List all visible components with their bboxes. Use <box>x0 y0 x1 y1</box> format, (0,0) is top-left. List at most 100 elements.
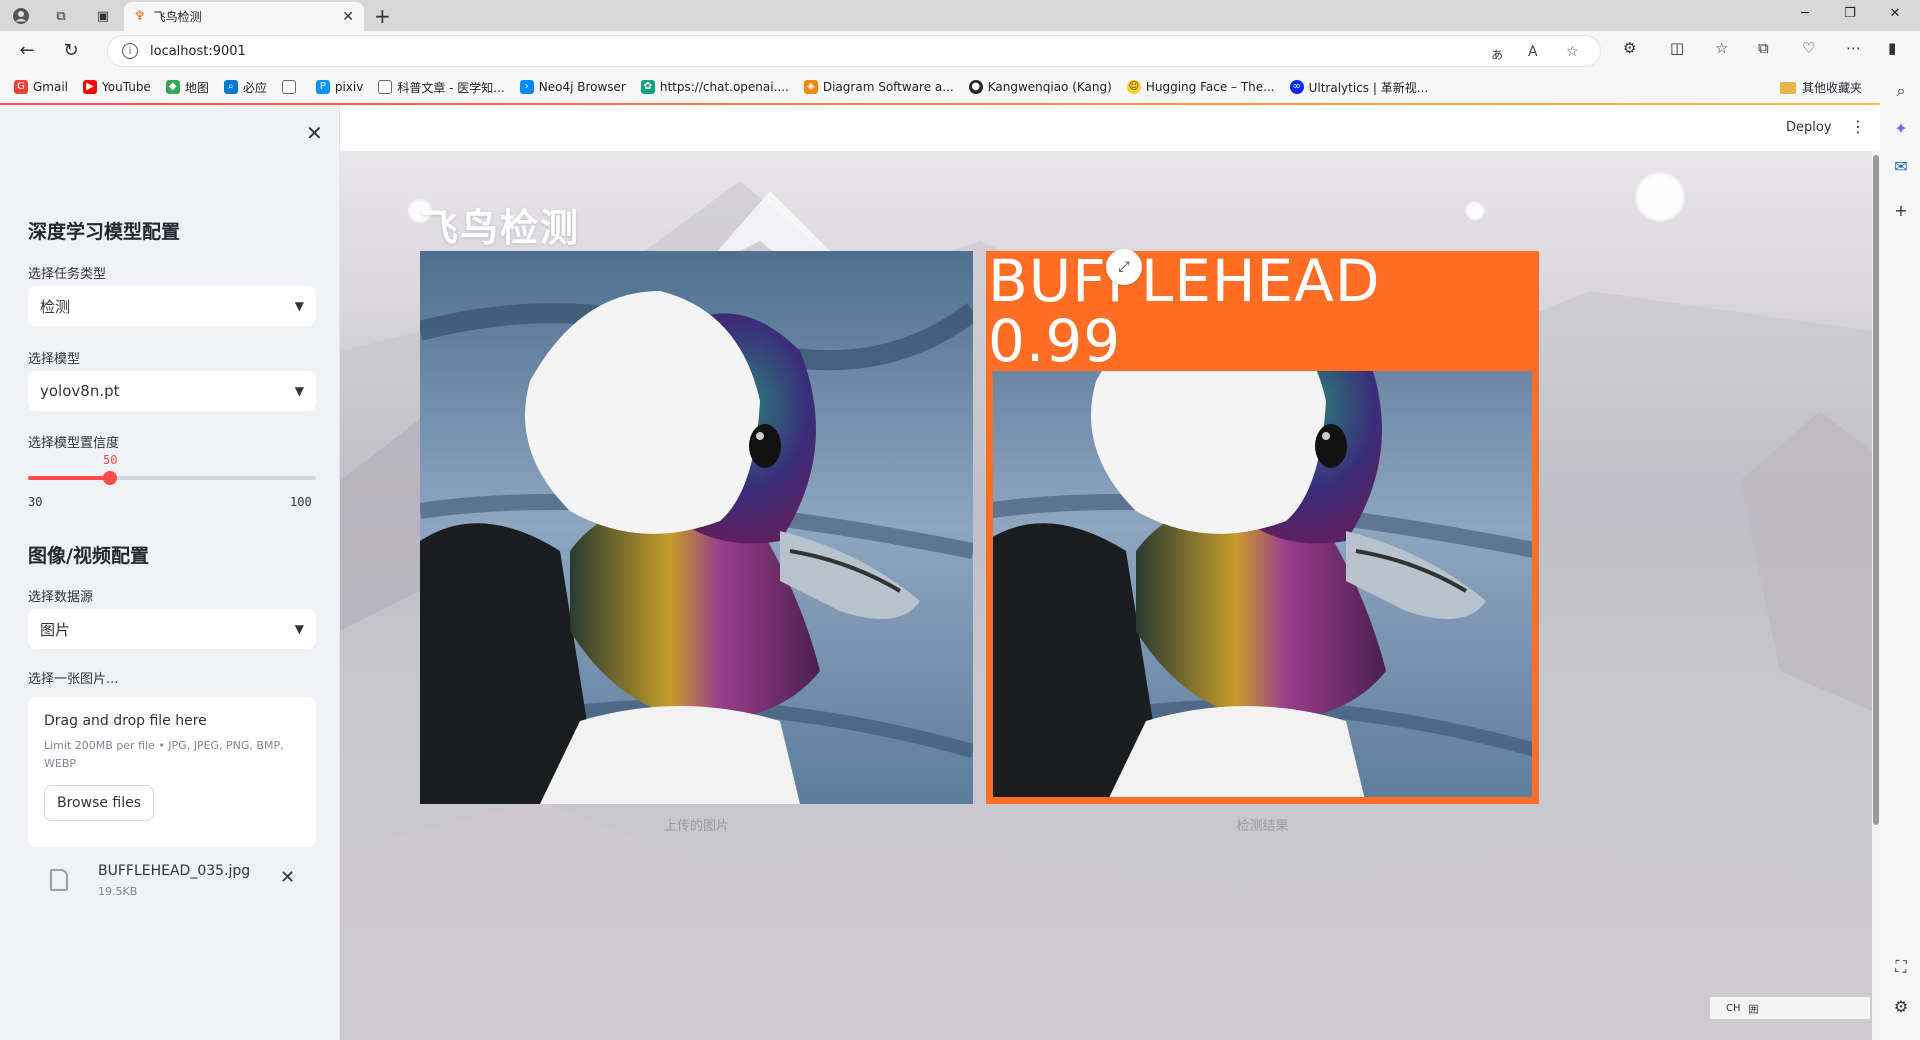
confidence-value: 50 <box>103 453 118 467</box>
source-label: 选择数据源 <box>28 590 94 605</box>
bookmark-neo4j[interactable]: › Neo4j Browser <box>519 80 626 94</box>
ime-grid-icon[interactable]: 囲 <box>1749 1001 1759 1016</box>
task-type-value: 检测 <box>40 297 71 316</box>
maps-icon: ◆ <box>165 80 180 94</box>
restore-icon[interactable]: ❐ <box>1835 6 1865 21</box>
extensions-icon[interactable]: ⚙ <box>1623 39 1636 57</box>
confidence-max: 100 <box>290 495 312 509</box>
bookmark-ultralytics[interactable]: ∞ Ultralytics | 革新视... <box>1289 79 1428 96</box>
bookmark-youtube[interactable]: ▶ YouTube <box>83 80 151 94</box>
screenshot-icon[interactable]: ⛶ <box>1892 957 1910 977</box>
task-type-label: 选择任务类型 <box>28 267 107 282</box>
bookmark-blank-page[interactable] <box>281 80 301 94</box>
vertical-tabs-icon[interactable]: ▣ <box>92 5 114 27</box>
workspaces-icon[interactable]: ⧉ <box>50 5 72 27</box>
main-scrollbar-thumb[interactable] <box>1873 155 1879 825</box>
minimize-icon[interactable]: ─ <box>1790 6 1820 21</box>
uploaded-file-name: BUFFLEHEAD_035.jpg <box>98 863 251 879</box>
media-config-heading: 图像/视频配置 <box>28 545 149 567</box>
add-sidebar-app-icon[interactable]: + <box>1892 201 1910 220</box>
confidence-label: 选择模型置信度 <box>28 436 120 451</box>
drawio-icon: ◈ <box>803 80 818 94</box>
ime-language[interactable]: CH <box>1726 1003 1741 1014</box>
url-input[interactable]: i localhost:9001 ぁ A ☆ <box>107 35 1601 67</box>
sidebar-toggle-icon[interactable]: ▮ <box>1888 39 1896 57</box>
bookmark-gmail[interactable]: G Gmail <box>14 80 68 94</box>
split-screen-icon[interactable]: ◫ <box>1670 39 1684 57</box>
settings-gear-icon[interactable]: ⚙ <box>1892 997 1910 1016</box>
copilot-icon[interactable]: ✦ <box>1892 119 1910 138</box>
github-icon: ● <box>968 80 983 94</box>
app-main: Deploy ⋮ 飞鸟检测 上传的图片 BUFFLEHEAD 0.99 检测结果… <box>340 105 1880 1040</box>
close-sidebar-icon[interactable]: ✕ <box>306 121 323 145</box>
bookmark-bing[interactable]: ⌕ 必应 <box>223 79 267 96</box>
profile-icon[interactable] <box>10 5 32 27</box>
close-window-icon[interactable]: ✕ <box>1880 6 1910 21</box>
read-aloud-icon[interactable]: A <box>1528 44 1538 60</box>
confidence-slider[interactable] <box>28 471 316 485</box>
outlook-icon[interactable]: ✉ <box>1892 157 1910 176</box>
refresh-icon[interactable]: ↻ <box>58 40 84 61</box>
file-icon <box>50 869 68 891</box>
main-menu-icon[interactable]: ⋮ <box>1850 117 1866 136</box>
file-dropzone[interactable]: Drag and drop file here Limit 200MB per … <box>28 697 316 847</box>
huggingface-icon: ☺ <box>1126 80 1141 94</box>
detection-result-caption: 检测结果 <box>1236 819 1289 834</box>
model-value: yolov8n.pt <box>40 382 120 400</box>
bookmark-maps[interactable]: ◆ 地图 <box>165 79 209 96</box>
fullscreen-expand-icon[interactable]: ⤢ <box>1106 249 1142 285</box>
uploaded-file-row: BUFFLEHEAD_035.jpg 19.5KB ✕ <box>28 857 316 913</box>
favorite-star-icon[interactable]: ☆ <box>1566 44 1579 60</box>
uploaded-file-size: 19.5KB <box>98 885 138 898</box>
back-icon[interactable]: ← <box>14 40 40 61</box>
bookmark-github[interactable]: ● Kangwenqiao (Kang) <box>968 80 1112 94</box>
search-icon[interactable]: ⌕ <box>1892 81 1910 101</box>
gmail-icon: G <box>14 80 28 94</box>
bookmark-huggingface[interactable]: ☺ Hugging Face – The... <box>1126 80 1275 94</box>
browse-files-button[interactable]: Browse files <box>44 785 155 821</box>
more-menu-icon[interactable]: ⋯ <box>1846 39 1861 57</box>
page-title: 飞鸟检测 <box>420 205 581 250</box>
task-type-select[interactable]: 检测 ▼ <box>28 286 316 326</box>
remove-file-icon[interactable]: ✕ <box>280 867 295 888</box>
folder-icon <box>1779 81 1796 94</box>
edge-sidebar: ⌕ ✦ ✉ + ⛶ ⚙ <box>1880 71 1920 1040</box>
bookmark-chatgpt[interactable]: ✿ https://chat.openai.... <box>640 80 789 94</box>
model-select[interactable]: yolov8n.pt ▼ <box>28 371 316 411</box>
deploy-button[interactable]: Deploy <box>1786 120 1832 135</box>
browser-essentials-icon[interactable]: ♡ <box>1802 39 1815 57</box>
url-text: localhost:9001 <box>150 43 246 59</box>
bing-search-icon: ⌕ <box>223 80 238 94</box>
new-tab-icon[interactable]: + <box>374 4 391 28</box>
info-icon[interactable]: i <box>122 43 138 59</box>
neo4j-icon: › <box>519 80 534 94</box>
translate-icon[interactable]: ぁ <box>1490 44 1504 64</box>
browser-tab-active[interactable]: ♆ 飞鸟检测 ✕ <box>124 2 364 31</box>
slider-fill <box>28 476 111 480</box>
bookmark-diagram[interactable]: ◈ Diagram Software a... <box>803 80 954 94</box>
openai-icon: ✿ <box>640 80 655 94</box>
dropzone-title: Drag and drop file here <box>44 713 207 729</box>
bufflehead-photo-icon <box>420 251 973 804</box>
detection-result-image: BUFFLEHEAD 0.99 <box>986 251 1539 804</box>
bookmark-pixiv[interactable]: Ppixiv <box>315 80 363 94</box>
slider-thumb[interactable] <box>103 471 118 485</box>
confidence-min: 30 <box>28 495 43 509</box>
chevron-down-icon: ▼ <box>294 384 304 398</box>
youtube-icon: ▶ <box>83 80 98 94</box>
bookmark-science-article[interactable]: 科普文章 - 医学知... <box>378 79 505 96</box>
source-value: 图片 <box>40 620 71 639</box>
ime-toolbar: CH 囲 <box>1710 997 1870 1019</box>
dropzone-limit: Limit 200MB per file • JPG, JPEG, PNG, B… <box>44 739 284 770</box>
favorites-icon[interactable]: ☆ <box>1715 39 1728 57</box>
other-bookmarks-folder[interactable]: 其他收藏夹 <box>1779 79 1862 96</box>
bookmarks-bar: G Gmail ▶ YouTube ◆ 地图 ⌕ 必应 Ppixiv 科普文章 - 医学… <box>0 71 1920 103</box>
close-tab-icon[interactable]: ✕ <box>342 9 354 25</box>
page-icon <box>281 80 296 94</box>
uploaded-image-caption: 上传的图片 <box>663 819 729 834</box>
collections-icon[interactable]: ⧉ <box>1758 39 1769 57</box>
pixiv-icon: P <box>315 80 330 94</box>
uploaded-image <box>420 251 973 804</box>
tab-title: 飞鸟检测 <box>153 10 202 24</box>
source-select[interactable]: 图片 ▼ <box>28 609 316 649</box>
